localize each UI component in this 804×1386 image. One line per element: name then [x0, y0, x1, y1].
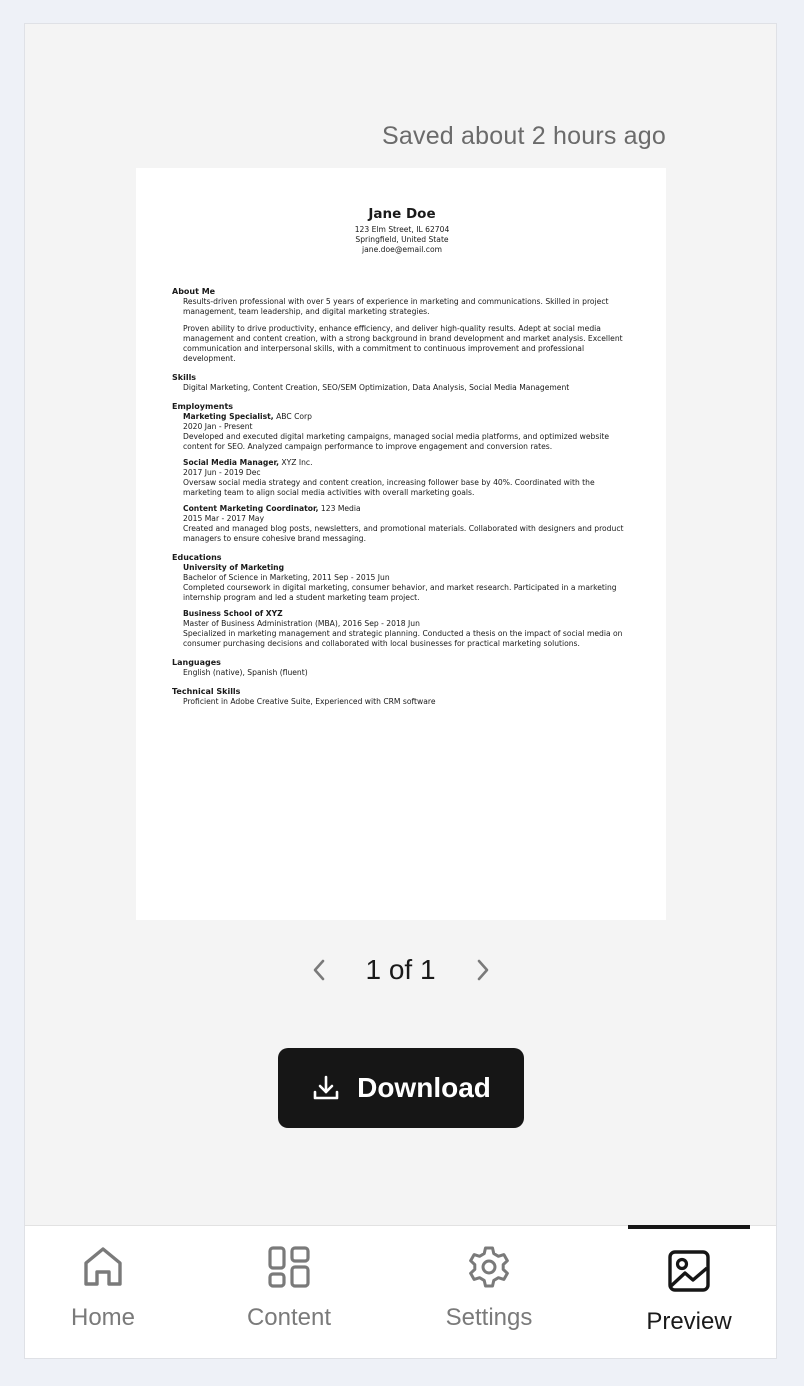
- resume-name: Jane Doe: [368, 206, 436, 222]
- page-indicator: 1 of 1: [365, 954, 436, 985]
- grid-icon: [267, 1244, 311, 1290]
- employment-entry: Marketing Specialist, ABC Corp 2020 Jan …: [183, 412, 632, 452]
- nav-item-settings[interactable]: Settings: [428, 1226, 550, 1358]
- technical-skills-text: Proficient in Adobe Creative Suite, Expe…: [183, 697, 436, 706]
- languages-text: English (native), Spanish (fluent): [183, 668, 308, 677]
- nav-item-content[interactable]: Content: [228, 1226, 350, 1358]
- job-dates: 2020 Jan - Present: [183, 422, 253, 431]
- gear-icon: [466, 1244, 512, 1290]
- section-heading: Skills: [172, 373, 197, 382]
- school-name: Business School of XYZ: [183, 609, 283, 618]
- company-name: ABC Corp: [276, 412, 312, 421]
- about-paragraph-1: Results-driven professional with over 5 …: [183, 297, 609, 316]
- school-name: University of Marketing: [183, 563, 285, 572]
- nav-label: Home: [70, 1304, 136, 1331]
- employment-entry: Content Marketing Coordinator, 123 Media…: [183, 504, 632, 544]
- section-heading: Educations: [172, 553, 222, 562]
- job-title: Marketing Specialist,: [183, 412, 274, 421]
- job-title: Content Marketing Coordinator,: [183, 504, 319, 513]
- company-name: XYZ Inc.: [281, 458, 313, 467]
- nav-item-preview[interactable]: Preview: [628, 1225, 750, 1358]
- section-heading: About Me: [172, 287, 216, 296]
- chevron-right-icon[interactable]: [471, 958, 495, 982]
- job-description: Created and managed blog posts, newslett…: [183, 524, 624, 543]
- education-entry: University of Marketing Bachelor of Scie…: [183, 563, 632, 603]
- nav-item-home[interactable]: Home: [42, 1226, 164, 1358]
- nav-label: Content: [246, 1304, 332, 1331]
- job-dates: 2017 Jun - 2019 Dec: [183, 468, 261, 477]
- resume-section-educations: Educations University of Marketing Bache…: [172, 553, 632, 649]
- skills-text: Digital Marketing, Content Creation, SEO…: [183, 383, 570, 392]
- download-icon: [311, 1073, 341, 1103]
- degree: Master of Business Administration (MBA),…: [183, 619, 420, 628]
- chevron-left-icon[interactable]: [307, 958, 331, 982]
- download-button[interactable]: Download: [278, 1048, 524, 1128]
- resume-preview-page: Jane Doe 123 Elm Street, IL 62704 Spring…: [136, 168, 666, 920]
- education-entry: Business School of XYZ Master of Busines…: [183, 609, 632, 649]
- job-dates: 2015 Mar - 2017 May: [183, 514, 265, 523]
- company-name: 123 Media: [320, 504, 361, 513]
- resume-section-languages: Languages English (native), Spanish (flu…: [172, 658, 632, 678]
- app-frame: Saved about 2 hours ago Jane Doe 123 Elm…: [24, 23, 777, 1359]
- saved-status: Saved about 2 hours ago: [382, 122, 666, 150]
- resume-section-skills: Skills Digital Marketing, Content Creati…: [172, 373, 632, 393]
- home-icon: [81, 1244, 125, 1290]
- download-label: Download: [357, 1072, 491, 1103]
- page-pager: 1 of 1: [25, 954, 776, 986]
- employment-entry: Social Media Manager, XYZ Inc. 2017 Jun …: [183, 458, 632, 498]
- resume-header: Jane Doe 123 Elm Street, IL 62704 Spring…: [172, 206, 632, 255]
- section-heading: Languages: [172, 658, 221, 667]
- nav-label: Preview: [646, 1308, 732, 1335]
- bottom-nav: Home Content Settings Preview: [25, 1225, 776, 1358]
- education-description: Completed coursework in digital marketin…: [183, 583, 617, 602]
- active-tab-indicator: [628, 1225, 750, 1229]
- education-description: Specialized in marketing management and …: [183, 629, 623, 648]
- section-heading: Employments: [172, 402, 234, 411]
- about-paragraph-2: Proven ability to drive productivity, en…: [183, 324, 623, 363]
- image-icon: [667, 1248, 711, 1294]
- resume-address-line2: Springfield, United State: [355, 235, 449, 244]
- job-title: Social Media Manager,: [183, 458, 279, 467]
- nav-label: Settings: [445, 1304, 533, 1331]
- degree: Bachelor of Science in Marketing, 2011 S…: [183, 573, 390, 582]
- resume-email: jane.doe@email.com: [362, 245, 442, 254]
- section-heading: Technical Skills: [172, 687, 241, 696]
- resume-section-employments: Employments Marketing Specialist, ABC Co…: [172, 402, 632, 544]
- resume-address-line1: 123 Elm Street, IL 62704: [354, 225, 450, 234]
- resume-section-technical-skills: Technical Skills Proficient in Adobe Cre…: [172, 687, 632, 707]
- resume-section-about: About Me Results-driven professional wit…: [172, 287, 632, 364]
- job-description: Developed and executed digital marketing…: [183, 432, 610, 451]
- job-description: Oversaw social media strategy and conten…: [183, 478, 595, 497]
